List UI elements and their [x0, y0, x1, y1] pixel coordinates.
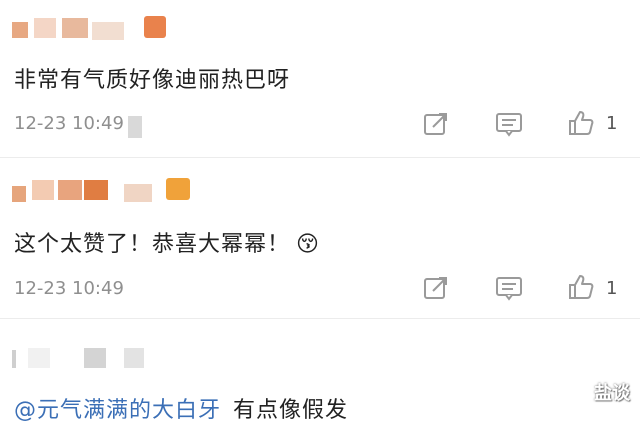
comment-text-body: 这个太赞了！恭喜大幂幂！	[14, 232, 291, 257]
comment-item: @元气满满的大白牙 有点像假发	[0, 318, 640, 427]
watermark: 盐谈	[594, 383, 630, 404]
thumbs-up-icon[interactable]	[566, 272, 596, 302]
username-obscured[interactable]	[12, 16, 182, 40]
user-mention-link[interactable]: @元气满满的大白牙	[14, 398, 221, 423]
emoji: 😚	[296, 232, 320, 257]
comment-item: 非常有气质好像迪丽热巴呀 12-23 10:49 1	[0, 0, 640, 158]
comment-icon[interactable]	[494, 274, 524, 302]
username-obscured[interactable]	[12, 178, 202, 202]
like-count: 1	[606, 278, 618, 299]
like-count: 1	[606, 113, 618, 134]
timestamp-obscured	[128, 116, 142, 138]
thumbs-up-icon[interactable]	[566, 108, 596, 138]
comment-timestamp: 12-23 10:49	[14, 278, 124, 299]
comment-text: 这个太赞了！恭喜大幂幂！ 😚	[14, 226, 320, 258]
comment-text: 非常有气质好像迪丽热巴呀	[14, 68, 291, 93]
comment-text: @元气满满的大白牙 有点像假发	[14, 392, 348, 424]
username-obscured[interactable]	[12, 346, 162, 370]
share-icon[interactable]	[422, 110, 450, 138]
comment-text-body: 有点像假发	[233, 398, 349, 423]
comment-icon[interactable]	[494, 110, 524, 138]
comment-timestamp: 12-23 10:49	[14, 113, 124, 134]
share-icon[interactable]	[422, 274, 450, 302]
comment-item: 这个太赞了！恭喜大幂幂！ 😚 12-23 10:49 1	[0, 158, 640, 318]
